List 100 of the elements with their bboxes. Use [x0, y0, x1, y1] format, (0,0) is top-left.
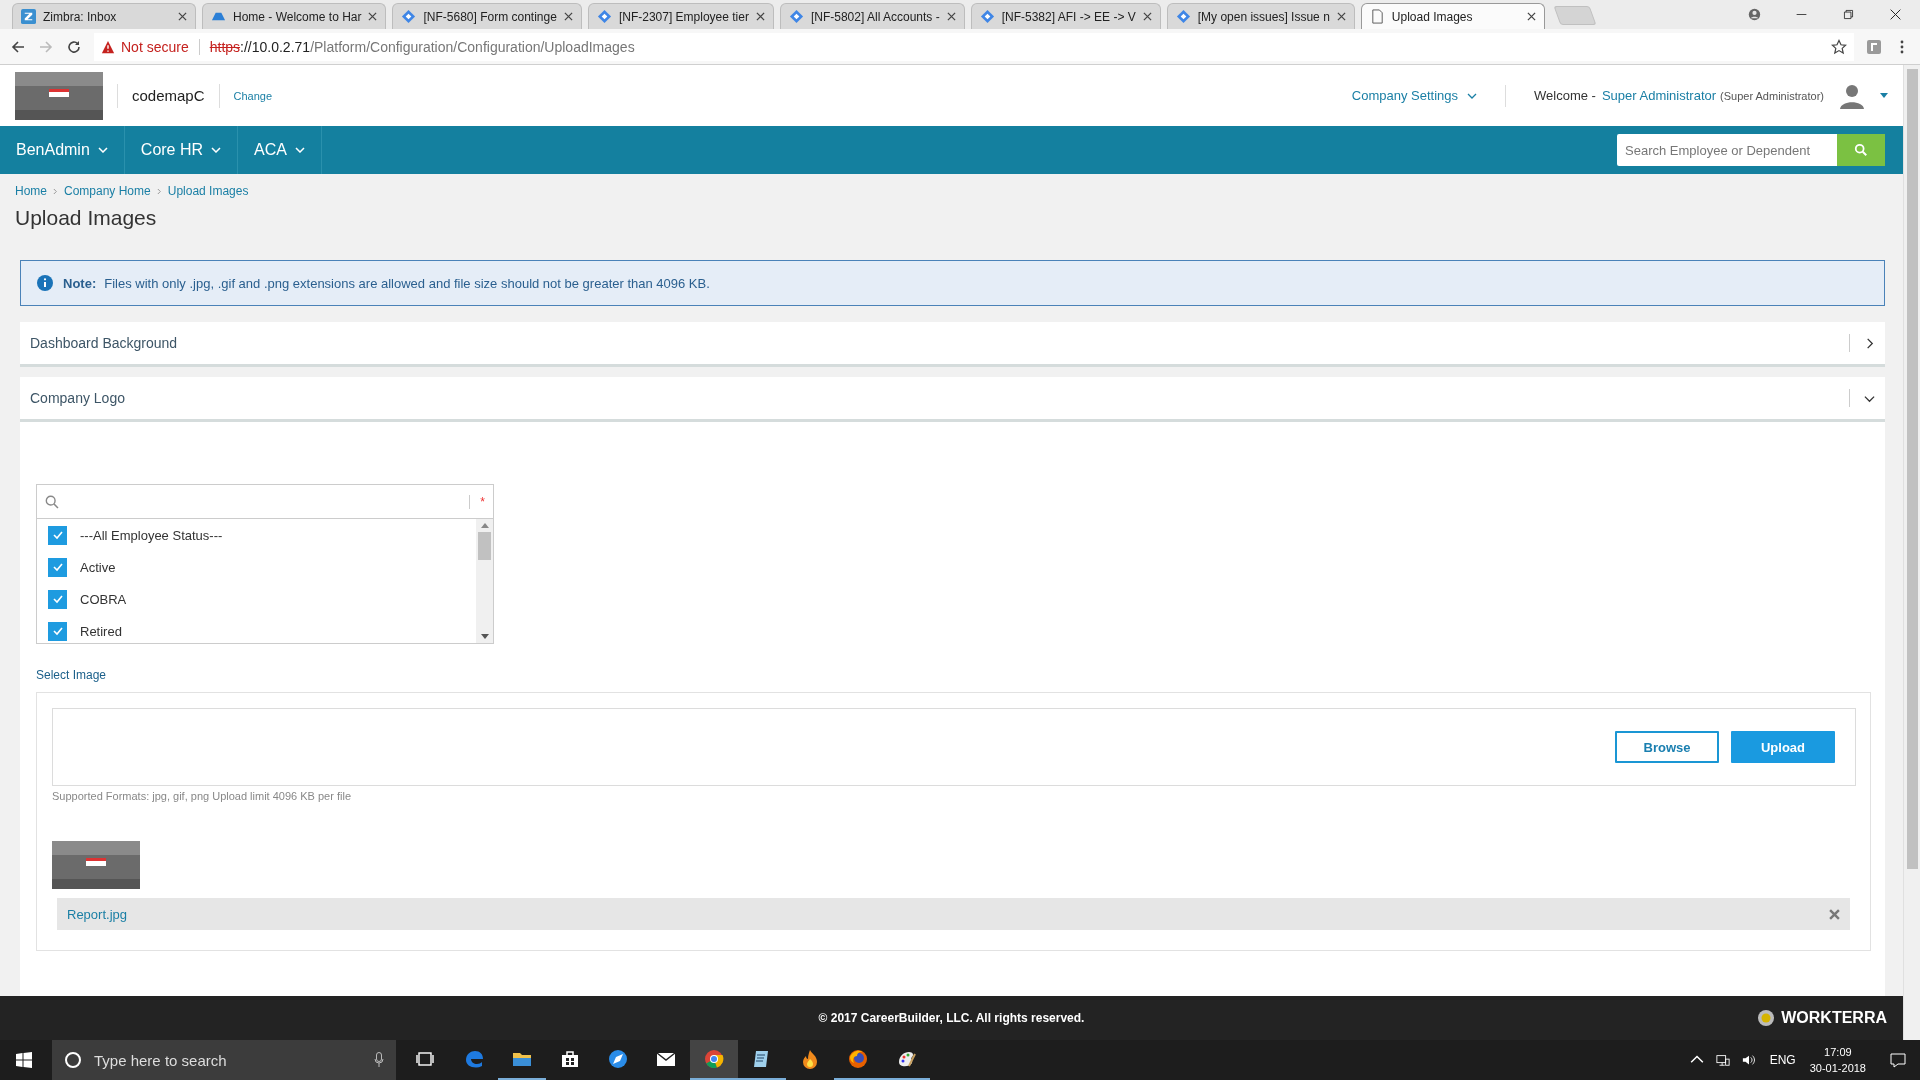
shopping-bag-icon [559, 1048, 581, 1070]
notification-icon[interactable] [1890, 1052, 1906, 1068]
close-icon[interactable] [1526, 12, 1536, 21]
browser-tab[interactable]: [NF-5802] All Accounts - [779, 3, 965, 29]
nav-menu-item[interactable]: Core HR [124, 126, 239, 174]
diamond-icon [401, 9, 417, 24]
back-icon[interactable] [10, 38, 26, 55]
search-icon [1854, 143, 1868, 157]
company-settings-menu[interactable]: Company Settings [1351, 88, 1477, 103]
note-label: Note: [63, 275, 97, 291]
checkbox[interactable] [48, 589, 67, 609]
close-icon[interactable] [178, 12, 187, 21]
clock[interactable]: 17:09 30-01-2018 [1809, 1044, 1866, 1076]
nav-menu-item[interactable]: BenAdmin [0, 126, 125, 174]
brand-name: WORKTERRA [1781, 1009, 1887, 1027]
tab-title: Upload Images [1391, 9, 1474, 24]
tab-title: [NF-5680] Form continge [423, 9, 557, 24]
scroll-up-icon[interactable] [480, 523, 489, 528]
browser-icon [703, 1048, 725, 1070]
checkmark-icon [51, 593, 64, 605]
warning-icon [101, 39, 115, 54]
nav-menu-item[interactable]: ACA [238, 126, 322, 174]
taskbar-search-field[interactable]: Type here to search [52, 1040, 396, 1080]
browser-tab[interactable]: Zimbra: Inbox [12, 3, 196, 29]
scrollbar-thumb[interactable] [478, 532, 491, 560]
browser-tab[interactable]: [NF-5382] AFI -> EE -> V [970, 3, 1161, 29]
breadcrumb-link[interactable]: Company Home [64, 184, 151, 198]
section-title: Dashboard Background [30, 335, 179, 351]
chevron-right-icon [156, 187, 162, 195]
browser-icon [463, 1048, 485, 1070]
volume-icon[interactable] [1741, 1053, 1756, 1067]
change-link[interactable]: Change [233, 89, 273, 102]
close-icon[interactable] [563, 12, 573, 21]
scroll-down-icon[interactable] [480, 634, 489, 639]
microphone-icon[interactable] [374, 1052, 384, 1068]
search-icon [45, 494, 59, 509]
accordion-header[interactable]: Dashboard Background [20, 322, 1885, 367]
scrollbar[interactable] [476, 519, 493, 643]
checkbox[interactable] [48, 557, 67, 577]
option-label: Retired [80, 623, 122, 639]
checkbox[interactable] [48, 525, 67, 545]
language-indicator[interactable]: ENG [1769, 1053, 1796, 1067]
tab-title: [NF-5382] AFI -> EE -> V [1001, 9, 1136, 24]
restore-icon[interactable] [1842, 8, 1855, 21]
diamond-icon [979, 9, 995, 24]
close-icon[interactable] [1889, 8, 1902, 21]
browser-tab[interactable]: [My open issues] Issue n [1166, 3, 1355, 29]
browser-tab[interactable]: Upload Images [1360, 3, 1545, 29]
extension-icon[interactable] [1866, 38, 1882, 55]
close-icon[interactable] [368, 12, 378, 21]
browse-button[interactable]: Browse [1615, 731, 1719, 763]
diamond-icon [596, 9, 612, 24]
browser-tab[interactable]: Home - Welcome to Har [202, 3, 387, 29]
file-drop-area[interactable]: Browse Upload [52, 708, 1856, 786]
checkmark-icon [51, 561, 64, 573]
security-status: Not secure [121, 38, 189, 55]
z-logo-icon [21, 9, 36, 24]
chevron-right-icon [53, 187, 58, 195]
remove-icon[interactable] [1829, 908, 1840, 920]
breadcrumb-link[interactable]: Home [15, 184, 47, 198]
page-icon [1369, 9, 1385, 24]
profile-icon[interactable] [1748, 8, 1761, 21]
address-field[interactable]: Not secure https://10.0.2.71/Platform/Configuration/Configuration/UploadImages [94, 32, 1854, 61]
compass-icon [607, 1048, 629, 1070]
info-icon [37, 275, 53, 291]
bookmark-star-icon[interactable] [1831, 38, 1847, 55]
globe-icon [847, 1048, 869, 1070]
status-multiselect[interactable]: * ---All Employee Status--- Active COBRA Retired [36, 484, 494, 644]
accordion-header[interactable]: Company Logo [20, 377, 1885, 422]
close-icon[interactable] [1142, 12, 1152, 21]
breadcrumb-link[interactable]: Upload Images [167, 184, 249, 198]
chevron-down-icon [294, 147, 305, 153]
network-icon[interactable] [1715, 1053, 1730, 1067]
company-name: codemapC [132, 87, 205, 104]
brand-logo-icon [1757, 1009, 1775, 1027]
option-label: Active [80, 559, 116, 575]
note-text: Files with only .jpg, .gif and .png extensions are allowed and file size should not be greater than 4096 KB. [104, 275, 710, 291]
employee-search-field[interactable]: Search Employee or Dependent [1617, 134, 1837, 166]
tab-title: [My open issues] Issue n [1197, 9, 1330, 24]
select-image-label: Select Image [36, 668, 108, 682]
caret-icon[interactable] [1880, 93, 1888, 98]
file-name-link[interactable]: Report.jpg [67, 906, 127, 922]
close-icon[interactable] [755, 12, 765, 21]
page-scrollbar[interactable] [1903, 65, 1920, 1040]
section-title: Company Logo [30, 390, 126, 406]
close-icon[interactable] [1336, 12, 1346, 21]
browser-tab[interactable]: [NF-5680] Form continge [392, 3, 582, 29]
search-placeholder: Type here to search [94, 1051, 228, 1069]
page-title: Upload Images [15, 206, 158, 230]
user-name-link[interactable]: Super Administrator [1601, 88, 1717, 103]
welcome-label: Welcome - [1534, 88, 1596, 103]
tab-title: Home - Welcome to Har [233, 9, 362, 24]
browser-tab[interactable]: [NF-2307] Employee tier [587, 3, 774, 29]
checkmark-icon [51, 625, 64, 637]
checkbox[interactable] [48, 621, 67, 641]
windows-start-icon[interactable] [16, 1052, 32, 1068]
reload-icon[interactable] [66, 38, 82, 55]
option-label: COBRA [80, 591, 127, 607]
chevron-right-icon[interactable] [1864, 337, 1875, 349]
close-icon[interactable] [946, 12, 956, 21]
